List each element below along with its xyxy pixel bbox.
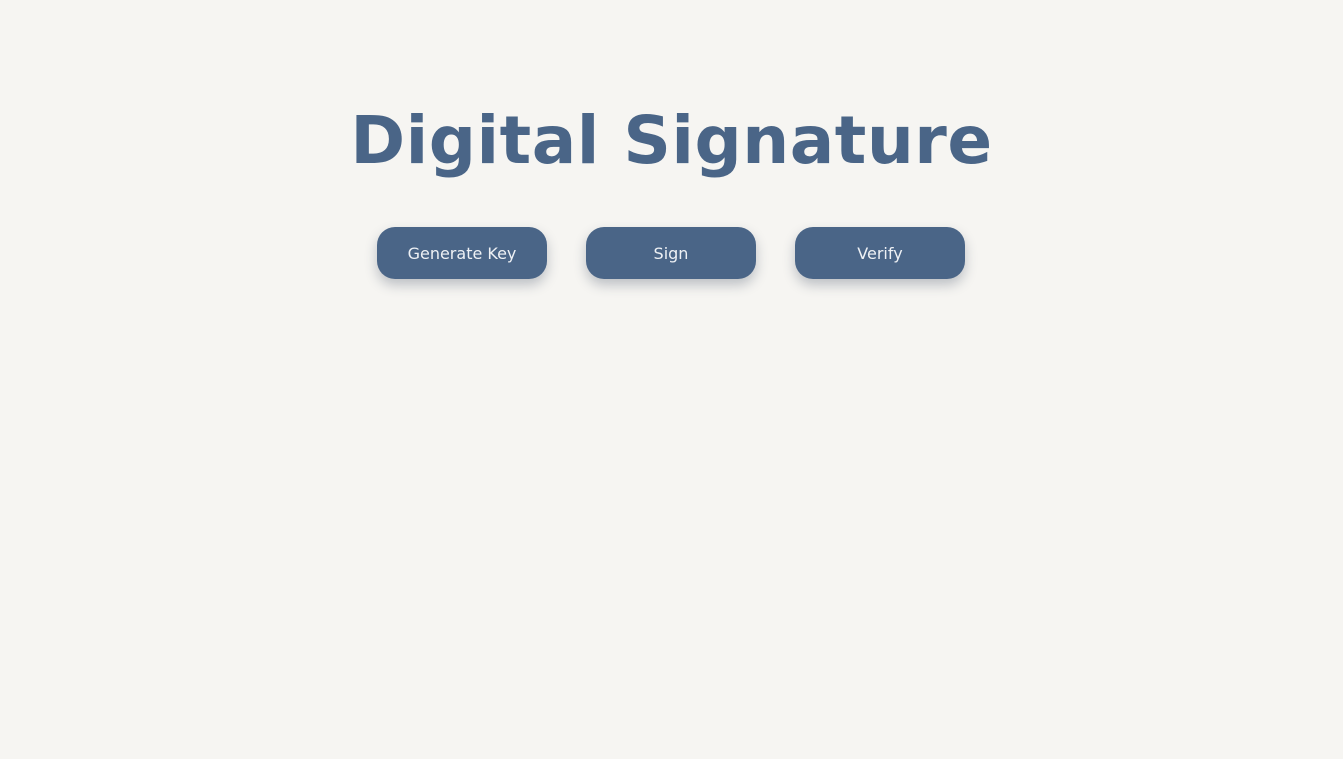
generate-key-button[interactable]: Generate Key: [377, 227, 547, 279]
sign-button[interactable]: Sign: [586, 227, 756, 279]
verify-button[interactable]: Verify: [795, 227, 965, 279]
page-title: Digital Signature: [350, 102, 993, 179]
action-buttons: Generate Key Sign Verify: [377, 227, 965, 279]
page: Digital Signature Generate Key Sign Veri…: [0, 0, 1343, 759]
